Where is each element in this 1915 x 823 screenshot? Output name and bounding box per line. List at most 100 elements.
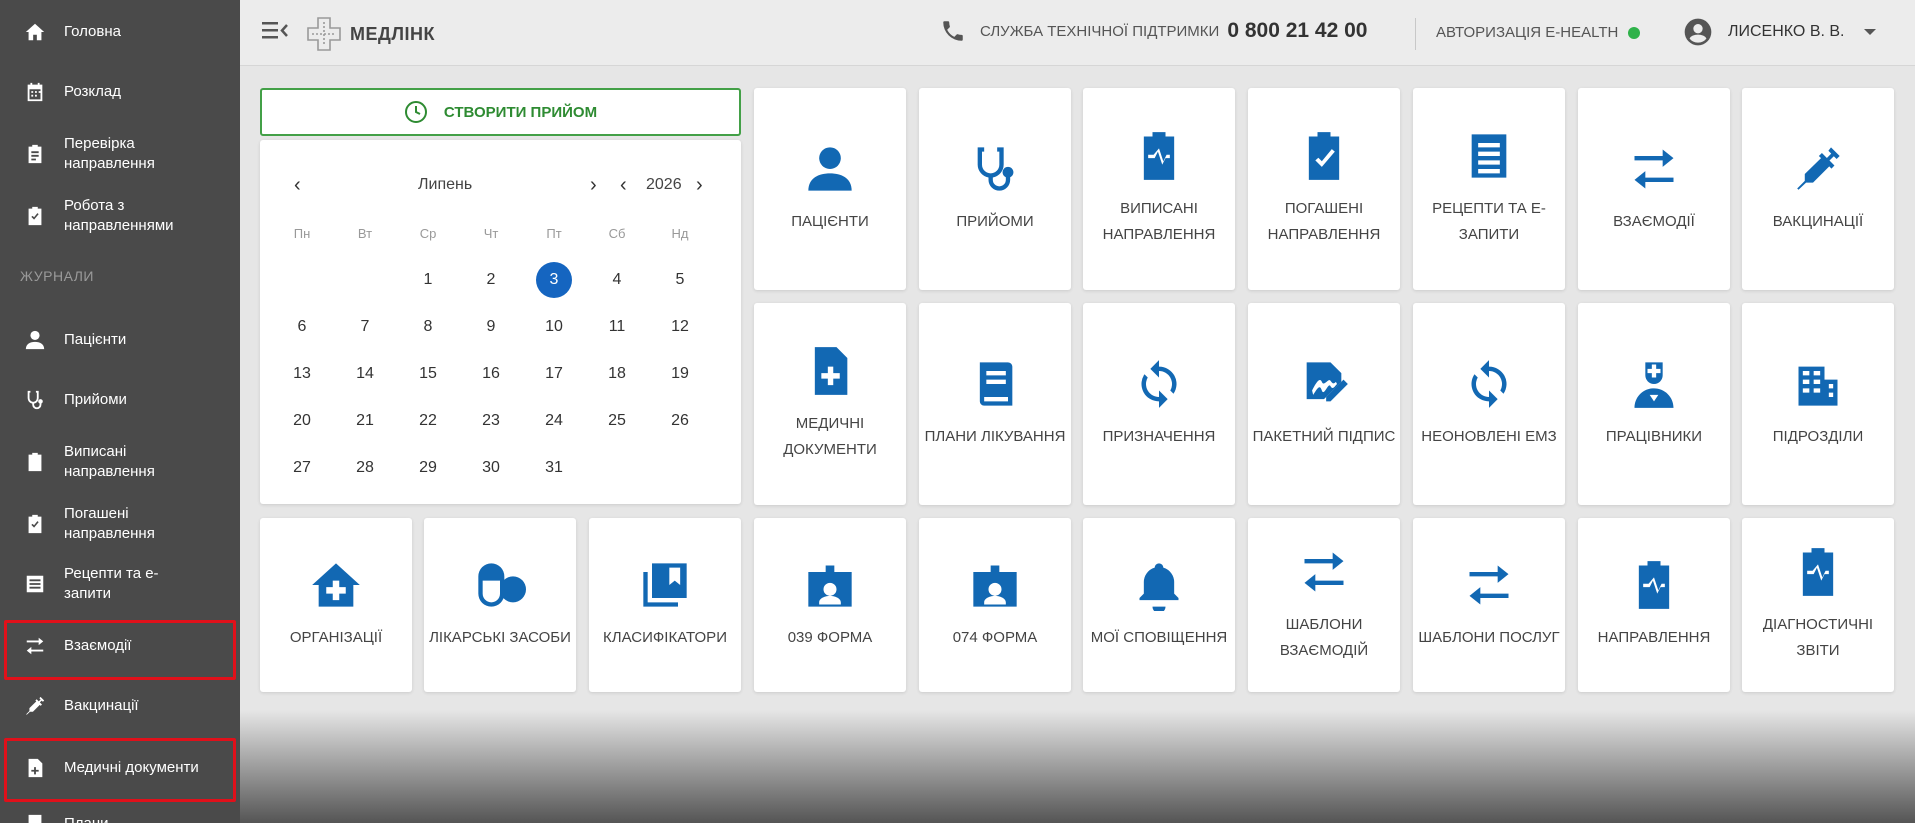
support-phone[interactable]: 0 800 21 42 00 <box>1227 19 1367 43</box>
sidebar-item-appointments[interactable]: Прийоми <box>0 386 240 414</box>
calendar-day[interactable]: 31 <box>534 450 574 486</box>
tile-user[interactable]: ПАЦІЄНТИ <box>754 88 906 290</box>
tile-book[interactable]: ПЛАНИ ЛІКУВАННЯ <box>919 303 1071 505</box>
calendar-day[interactable]: 11 <box>597 309 637 345</box>
calendar-day[interactable]: 9 <box>471 309 511 345</box>
prev-year-chevron-icon[interactable]: ‹ <box>620 174 627 197</box>
user-name: ЛИСЕНКО В. В. <box>1728 23 1845 40</box>
user-menu[interactable]: ЛИСЕНКО В. В. <box>1682 16 1877 48</box>
sidebar-item-label: Робота з направленнями <box>64 197 174 234</box>
sidebar-item-issued-referrals[interactable]: Виписані направлення <box>0 440 240 484</box>
tile-sync[interactable]: ПРИЗНАЧЕННЯ <box>1083 303 1235 505</box>
next-year-chevron-icon[interactable]: › <box>696 174 703 197</box>
sidebar-item-vaccinations[interactable]: Вакцинації <box>0 692 240 720</box>
sidebar-item-home[interactable]: Головна <box>0 18 240 46</box>
tile-medical-file[interactable]: МЕДИЧНІ ДОКУМЕНТИ <box>754 303 906 505</box>
tile-clipboard-pulse[interactable]: ДІАГНОСТИЧНІ ЗВІТИ <box>1742 518 1894 692</box>
tile-label: ОРГАНІЗАЦІЇ <box>289 629 383 646</box>
tile-clipboard-check[interactable]: ПОГАШЕНІ НАПРАВЛЕННЯ <box>1248 88 1400 290</box>
tile-receipt[interactable]: РЕЦЕПТИ ТА Е-ЗАПИТИ <box>1413 88 1565 290</box>
tile-label: МОЇ СПОВІЩЕННЯ <box>1090 629 1228 646</box>
tile-clinic[interactable]: ОРГАНІЗАЦІЇ <box>260 518 412 692</box>
weekday-label: Нд <box>671 226 689 241</box>
tile-syringe[interactable]: ВАКЦИНАЦІЇ <box>1742 88 1894 290</box>
calendar-day[interactable]: 22 <box>408 403 448 439</box>
sidebar-item-medical-documents[interactable]: Медичні документи <box>0 746 240 790</box>
calendar-day[interactable]: 16 <box>471 356 511 392</box>
tile-stethoscope[interactable]: ПРИЙОМИ <box>919 88 1071 290</box>
exchange-icon <box>22 633 48 659</box>
calendar-day[interactable]: 1 <box>408 262 448 298</box>
sync-icon <box>1141 360 1177 408</box>
calendar-day[interactable]: 7 <box>345 309 385 345</box>
calendar-day[interactable]: 5 <box>660 262 700 298</box>
tile-label: КЛАСИФІКАТОРИ <box>603 629 727 646</box>
calendar-day[interactable]: 8 <box>408 309 448 345</box>
calendar-day[interactable]: 20 <box>282 403 322 439</box>
tile-label: ПРИЗНАЧЕННЯ <box>1102 428 1216 445</box>
ehealth-status[interactable]: АВТОРИЗАЦІЯ E-HEALTH <box>1436 24 1641 41</box>
tile-exchange[interactable]: ШАБЛОНИ ВЗАЄМОДІЙ <box>1248 518 1400 692</box>
tile-bell[interactable]: МОЇ СПОВІЩЕННЯ <box>1083 518 1235 692</box>
sidebar-item-referral-check[interactable]: Перевірка направлення <box>0 132 240 176</box>
calendar-day[interactable]: 23 <box>471 403 511 439</box>
calendar-day[interactable]: 13 <box>282 356 322 392</box>
tile-pills[interactable]: ЛІКАРСЬКІ ЗАСОБИ <box>424 518 576 692</box>
sidebar-item-patients[interactable]: Пацієнти <box>0 326 240 354</box>
menu-collapse-icon[interactable] <box>262 20 288 42</box>
tile-clipboard-pulse[interactable]: ВИПИСАНІ НАПРАВЛЕННЯ <box>1083 88 1235 290</box>
calendar-day[interactable]: 24 <box>534 403 574 439</box>
calendar-day[interactable]: 21 <box>345 403 385 439</box>
tile-label: ПАЦІЄНТИ <box>791 213 869 230</box>
calendar-month[interactable]: Липень <box>418 176 472 194</box>
logo[interactable]: МЕДЛІНК <box>304 14 435 54</box>
sidebar-item-interactions[interactable]: Взаємодії <box>0 632 240 660</box>
sidebar-item-label: Пацієнти <box>64 331 127 348</box>
calendar-day[interactable]: 26 <box>660 403 700 439</box>
exchange-icon <box>1469 565 1509 605</box>
calendar-day[interactable]: 19 <box>660 356 700 392</box>
calendar-day[interactable]: 4 <box>597 262 637 298</box>
sidebar-item-schedule[interactable]: Розклад <box>0 78 240 106</box>
calendar-day[interactable]: 6 <box>282 309 322 345</box>
next-month-chevron-icon[interactable]: › <box>590 174 597 197</box>
calendar-day[interactable]: 28 <box>345 450 385 486</box>
sidebar-item-prescriptions[interactable]: Рецепти та е-запити <box>0 562 240 606</box>
tile-signature[interactable]: ПАКЕТНИЙ ПІДПИС <box>1248 303 1400 505</box>
prev-month-chevron-icon[interactable]: ‹ <box>294 174 301 197</box>
tile-building[interactable]: ПІДРОЗДІЛИ <box>1742 303 1894 505</box>
tile-id-badge[interactable]: 039 ФОРМА <box>754 518 906 692</box>
calendar-day[interactable]: 2 <box>471 262 511 298</box>
weekday-label: Пн <box>293 226 311 241</box>
tile-exchange[interactable]: ШАБЛОНИ ПОСЛУГ <box>1413 518 1565 692</box>
calendar-day[interactable]: 17 <box>534 356 574 392</box>
create-appointment-label: СТВОРИТИ ПРИЙОМ <box>443 103 598 121</box>
tile-exchange[interactable]: ВЗАЄМОДІЇ <box>1578 88 1730 290</box>
sidebar-item-redeemed-referrals[interactable]: Погашені направлення <box>0 502 240 546</box>
sidebar-item-label: Перевірка направлення <box>64 135 155 172</box>
tile-sync[interactable]: НЕОНОВЛЕНІ ЕМЗ <box>1413 303 1565 505</box>
sidebar-item-referral-work[interactable]: Робота з направленнями <box>0 194 240 238</box>
calendar-day[interactable]: 10 <box>534 309 574 345</box>
calendar-day[interactable]: 14 <box>345 356 385 392</box>
sidebar-item-plans[interactable]: Плани <box>0 810 240 823</box>
tile-doctor[interactable]: ПРАЦІВНИКИ <box>1578 303 1730 505</box>
calendar-year[interactable]: 2026 <box>646 176 682 194</box>
tile-bookmark-stack[interactable]: КЛАСИФІКАТОРИ <box>589 518 741 692</box>
calendar-day[interactable]: 27 <box>282 450 322 486</box>
calendar-day[interactable]: 18 <box>597 356 637 392</box>
calendar-day[interactable]: 30 <box>471 450 511 486</box>
top-header: МЕДЛІНК СЛУЖБА ТЕХНІЧНОЇ ПІДТРИМКИ 0 800… <box>240 0 1915 66</box>
user-icon <box>22 327 48 353</box>
create-appointment-button[interactable]: СТВОРИТИ ПРИЙОМ <box>260 88 741 136</box>
calendar-day[interactable]: 12 <box>660 309 700 345</box>
calendar-day[interactable]: 25 <box>597 403 637 439</box>
calendar-day[interactable]: 29 <box>408 450 448 486</box>
calendar-day-selected[interactable]: 3 <box>534 262 574 298</box>
calendar-day[interactable]: 15 <box>408 356 448 392</box>
syringe-icon <box>22 693 48 719</box>
clock-icon <box>404 101 427 123</box>
tile-id-badge[interactable]: 074 ФОРМА <box>919 518 1071 692</box>
tile-label: ПАКЕТНИЙ ПІДПИС <box>1252 428 1396 445</box>
tile-clipboard-pulse[interactable]: НАПРАВЛЕННЯ <box>1578 518 1730 692</box>
